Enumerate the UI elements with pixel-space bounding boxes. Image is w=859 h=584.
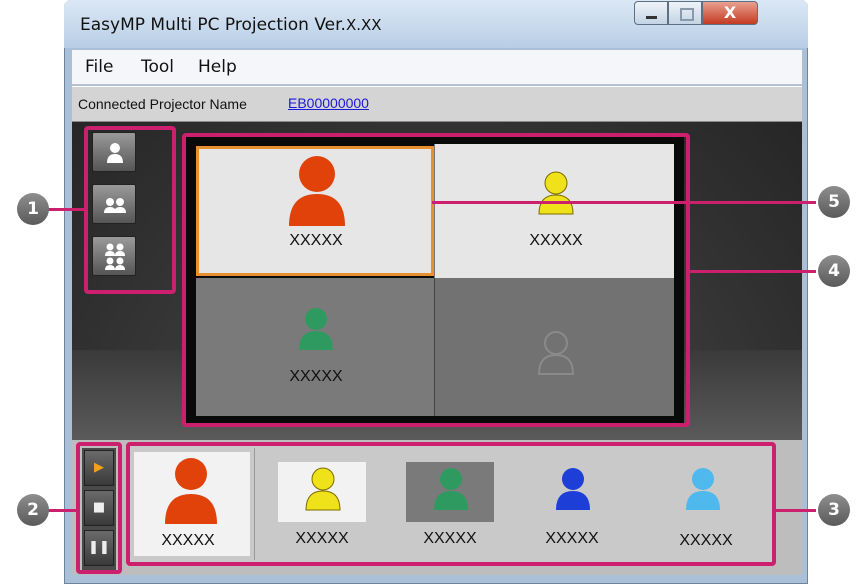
callout-badge-4: 4 <box>818 255 850 287</box>
callout-badge-2: 2 <box>17 494 49 526</box>
menu-help[interactable]: Help <box>198 57 237 77</box>
callout-badge-3: 3 <box>818 494 850 526</box>
menu-tool[interactable]: Tool <box>141 57 174 77</box>
connected-projector-label: Connected Projector Name <box>78 96 247 112</box>
menu-file[interactable]: File <box>85 57 113 77</box>
callout-badge-5: 5 <box>818 186 850 218</box>
callout-frame-2 <box>76 442 122 574</box>
close-icon: X <box>723 3 737 22</box>
callout-frame-3 <box>126 442 776 566</box>
window-title: EasyMP Multi PC Projection Ver.X.XX <box>80 15 382 35</box>
callout-line-1 <box>48 208 86 211</box>
callout-line-2 <box>48 509 78 512</box>
callout-frame-4 <box>182 133 690 427</box>
callout-line-4 <box>688 270 816 273</box>
callout-line-3 <box>774 509 816 512</box>
maximize-icon <box>680 8 694 21</box>
menu-bar <box>72 50 802 85</box>
callout-line-5 <box>432 201 816 204</box>
close-button[interactable]: X <box>702 1 758 25</box>
maximize-button[interactable] <box>668 1 702 25</box>
projector-name-link[interactable]: EB00000000 <box>288 95 369 111</box>
callout-badge-1: 1 <box>17 193 49 225</box>
callout-frame-1 <box>84 126 176 294</box>
minimize-icon <box>646 16 657 19</box>
minimize-button[interactable] <box>634 1 668 25</box>
